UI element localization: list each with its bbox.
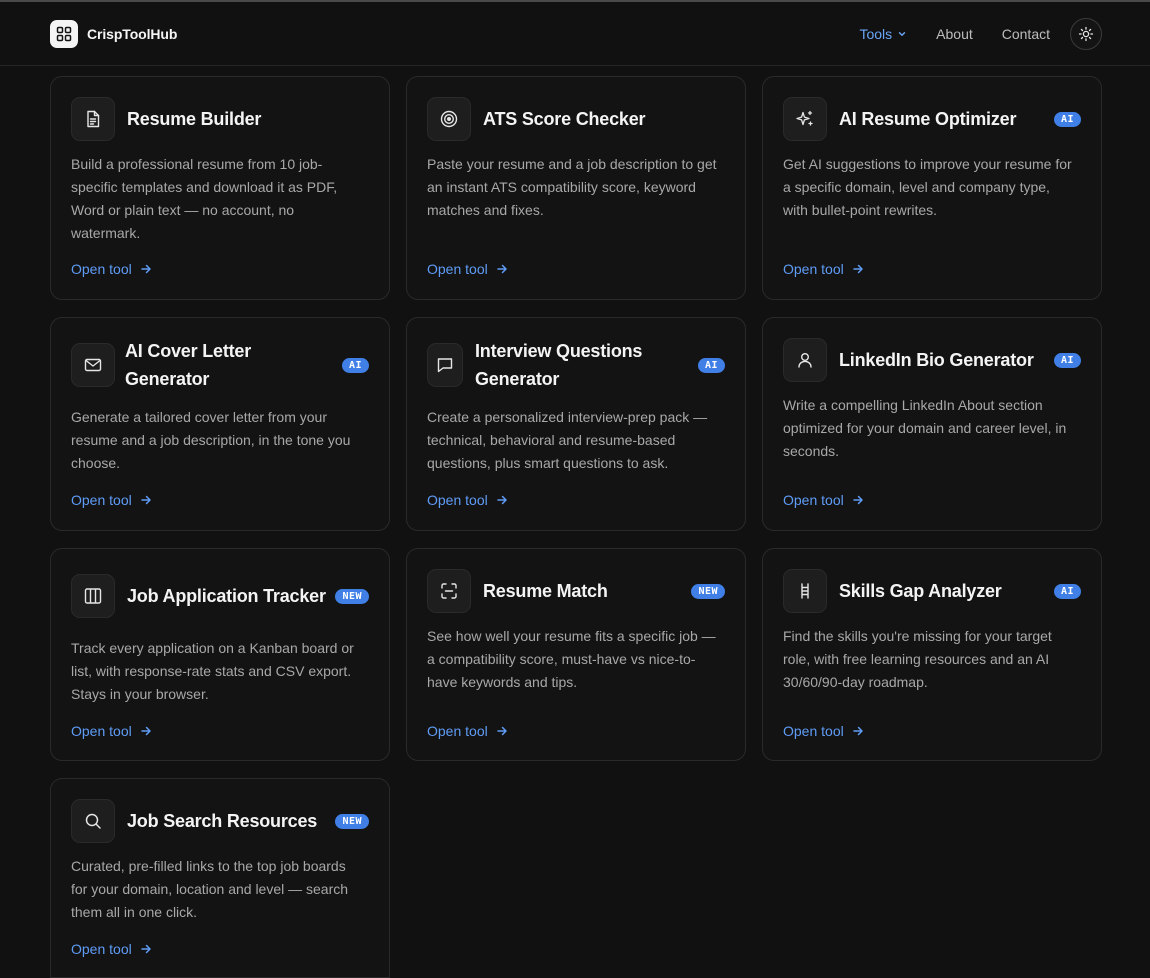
- arrow-right-icon: [140, 726, 151, 736]
- card-title: Resume Builder: [127, 109, 262, 129]
- new-badge: NEW: [691, 583, 725, 599]
- arrow-right-icon: [496, 495, 507, 505]
- open-tool-label: Open tool: [427, 723, 488, 739]
- open-tool-link[interactable]: Open tool: [71, 261, 152, 277]
- arrow-right-icon: [140, 944, 151, 954]
- card-description: Build a professional resume from 10 job-…: [71, 156, 338, 241]
- open-tool-link[interactable]: Open tool: [427, 492, 508, 508]
- open-tool-label: Open tool: [783, 261, 844, 277]
- open-tool-label: Open tool: [71, 492, 132, 508]
- card-description: Paste your resume and a job description …: [427, 156, 717, 218]
- card-description: Get AI suggestions to improve your resum…: [783, 156, 1072, 218]
- nav-links: Tools About Contact: [859, 18, 1102, 50]
- tool-card-ai-cover-letter-generator[interactable]: AI Cover Letter Generator AI Generate a …: [50, 317, 390, 531]
- arrow-right-icon: [140, 264, 151, 274]
- card-description: Curated, pre-filled links to the top job…: [71, 858, 349, 920]
- open-tool-link[interactable]: Open tool: [783, 723, 864, 739]
- open-tool-link[interactable]: Open tool: [783, 492, 864, 508]
- open-tool-label: Open tool: [783, 492, 844, 508]
- arrow-right-icon: [852, 726, 863, 736]
- target-icon: [427, 97, 471, 141]
- sparkles-icon: [783, 97, 827, 141]
- ladder-icon: [783, 569, 827, 613]
- open-tool-link[interactable]: Open tool: [71, 492, 152, 508]
- card-description: Find the skills you're missing for your …: [783, 628, 1052, 690]
- open-tool-label: Open tool: [427, 261, 488, 277]
- card-description: Create a personalized interview-prep pac…: [427, 409, 708, 471]
- new-badge: NEW: [335, 588, 369, 604]
- open-tool-link[interactable]: Open tool: [783, 261, 864, 277]
- card-title: Interview Questions Generator: [475, 341, 643, 389]
- ai-badge: AI: [1053, 111, 1081, 127]
- brand-name: CrispToolHub: [87, 26, 178, 42]
- open-tool-link[interactable]: Open tool: [71, 941, 152, 957]
- ai-badge: AI: [341, 357, 369, 373]
- open-tool-label: Open tool: [71, 723, 132, 739]
- open-tool-link[interactable]: Open tool: [71, 723, 152, 739]
- tool-card-linkedin-bio-generator[interactable]: LinkedIn Bio Generator AI Write a compel…: [762, 317, 1102, 531]
- columns-icon: [71, 574, 115, 618]
- card-title: Job Application Tracker: [127, 586, 326, 606]
- arrow-right-icon: [496, 264, 507, 274]
- open-tool-label: Open tool: [427, 492, 488, 508]
- navbar: CrispToolHub Tools About Contact: [0, 2, 1150, 66]
- document-icon: [71, 97, 115, 141]
- nav-about[interactable]: About: [936, 26, 973, 42]
- card-description: Track every application on a Kanban boar…: [71, 640, 354, 702]
- open-tool-label: Open tool: [783, 723, 844, 739]
- arrow-right-icon: [140, 495, 151, 505]
- arrow-right-icon: [852, 264, 863, 274]
- ai-badge: AI: [1053, 583, 1081, 599]
- ai-badge: AI: [697, 357, 725, 373]
- card-title: Resume Match: [483, 581, 608, 601]
- chevron-down-icon: [898, 32, 906, 36]
- new-badge: NEW: [335, 813, 369, 829]
- tool-card-job-application-tracker[interactable]: Job Application Tracker NEW Track every …: [50, 548, 390, 761]
- tool-card-skills-gap-analyzer[interactable]: Skills Gap Analyzer AI Find the skills y…: [762, 548, 1102, 761]
- open-tool-label: Open tool: [71, 941, 132, 957]
- brand[interactable]: CrispToolHub: [50, 20, 177, 48]
- grid-logo-icon: [50, 20, 78, 48]
- nav-tools-label: Tools: [859, 26, 893, 42]
- arrow-right-icon: [852, 495, 863, 505]
- user-icon: [783, 338, 827, 382]
- tool-card-ats-score-checker[interactable]: ATS Score Checker Paste your resume and …: [406, 76, 746, 300]
- sun-icon: [1078, 26, 1094, 42]
- scan-icon: [427, 569, 471, 613]
- card-description: See how well your resume fits a specific…: [427, 628, 716, 690]
- nav-tools[interactable]: Tools: [859, 26, 907, 42]
- card-title: AI Cover Letter Generator: [125, 341, 252, 389]
- card-description: Write a compelling LinkedIn About sectio…: [783, 397, 1067, 459]
- tool-card-resume-match[interactable]: Resume Match NEW See how well your resum…: [406, 548, 746, 761]
- search-icon: [71, 799, 115, 843]
- open-tool-label: Open tool: [71, 261, 132, 277]
- arrow-right-icon: [496, 726, 507, 736]
- tool-card-resume-builder[interactable]: Resume Builder Build a professional resu…: [50, 76, 390, 300]
- card-title: ATS Score Checker: [483, 109, 646, 129]
- theme-toggle-button[interactable]: [1070, 18, 1102, 50]
- nav-contact[interactable]: Contact: [1002, 26, 1050, 42]
- card-description: Generate a tailored cover letter from yo…: [71, 409, 351, 471]
- card-title: Job Search Resources: [127, 811, 318, 831]
- open-tool-link[interactable]: Open tool: [427, 261, 508, 277]
- chat-icon: [427, 343, 463, 387]
- mail-icon: [71, 343, 115, 387]
- ai-badge: AI: [1053, 352, 1081, 368]
- card-title: LinkedIn Bio Generator: [839, 350, 1034, 370]
- card-title: Skills Gap Analyzer: [839, 581, 1002, 601]
- open-tool-link[interactable]: Open tool: [427, 723, 508, 739]
- tool-card-ai-resume-optimizer[interactable]: AI Resume Optimizer AI Get AI suggestion…: [762, 76, 1102, 300]
- tool-card-interview-questions-generator[interactable]: Interview Questions Generator AI Create …: [406, 317, 746, 531]
- tool-card-job-search-resources[interactable]: Job Search Resources NEW Curated, pre-fi…: [50, 778, 390, 978]
- card-title: AI Resume Optimizer: [839, 109, 1017, 129]
